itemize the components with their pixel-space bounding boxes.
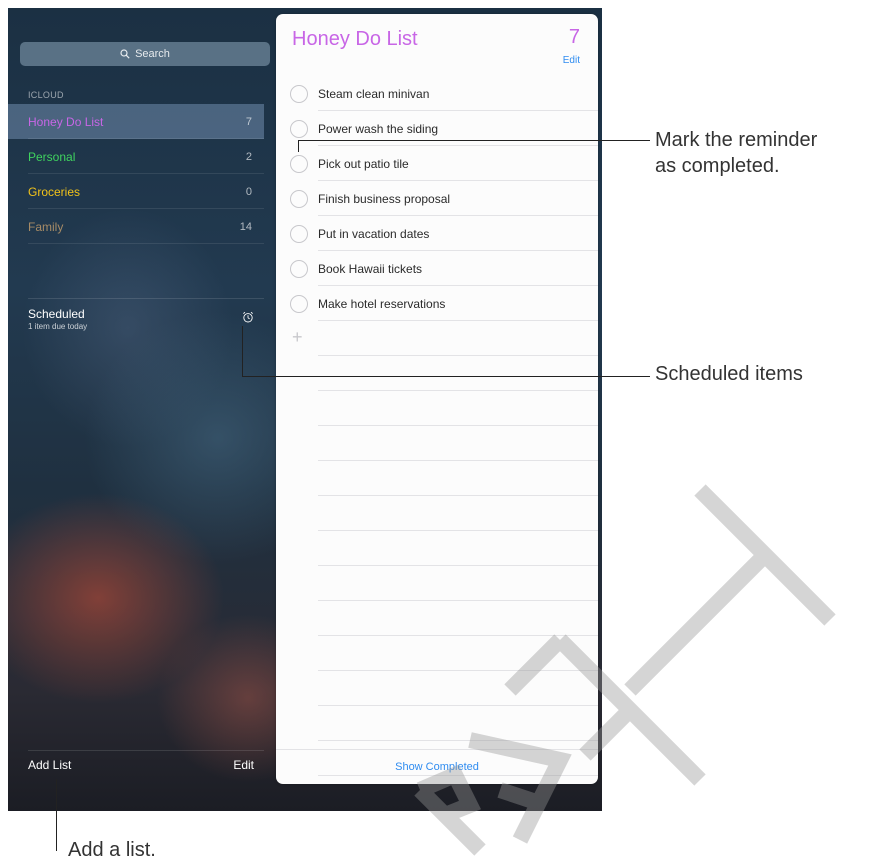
list-name: Groceries [28,184,81,199]
empty-row [276,531,598,566]
reminder-text[interactable]: Book Hawaii tickets [318,262,422,276]
empty-row [276,636,598,671]
watermark-letter-t [624,484,836,696]
show-completed-button[interactable]: Show Completed [395,761,479,773]
list-edit-button[interactable]: Edit [563,55,580,66]
complete-checkbox-icon[interactable] [290,84,308,103]
complete-checkbox-icon[interactable] [290,189,308,208]
empty-row [276,601,598,636]
complete-checkbox-icon[interactable] [290,294,308,313]
reminder-item[interactable]: Steam clean minivan [276,76,598,111]
list-name: Family [28,219,64,234]
empty-row [276,671,598,706]
list-item-family[interactable]: Family 14 [8,209,264,244]
search-placeholder: Search [135,48,170,60]
list-title: Honey Do List [292,28,418,50]
scheduled-list-item[interactable]: Scheduled 1 item due today [28,307,264,331]
callout-line [242,326,243,377]
callout-line [298,140,299,152]
complete-checkbox-icon[interactable] [290,224,308,243]
divider [28,750,264,751]
complete-checkbox-icon[interactable] [290,119,308,138]
reminder-text[interactable]: Make hotel reservations [318,297,445,311]
callout-line [298,140,650,141]
plus-icon[interactable]: + [292,328,303,346]
callout-mark-completed: Mark the reminder as completed. [655,127,817,179]
callout-line [56,779,57,851]
search-field[interactable]: Search [20,42,270,66]
scheduled-subtitle: 1 item due today [28,322,88,331]
empty-row [276,391,598,426]
list-name: Personal [28,149,76,164]
list-item-honey-do-list[interactable]: Honey Do List 7 [8,104,264,139]
callout-line-2: as completed. [655,155,780,177]
list-item-count: 7 [568,26,580,48]
callout-line [242,376,650,377]
list-item-groceries[interactable]: Groceries 0 [8,174,264,209]
callout-line-1: Mark the reminder [655,129,818,151]
empty-row [276,461,598,496]
reminder-text[interactable]: Steam clean minivan [318,87,429,101]
sidebar-edit-button[interactable]: Edit [233,758,254,772]
callout-scheduled-items: Scheduled items [655,363,803,385]
empty-row [276,356,598,391]
reminder-items: Steam clean minivan Power wash the sidin… [276,76,598,776]
reminder-text[interactable]: Pick out patio tile [318,157,409,171]
empty-row [276,426,598,461]
reminder-text[interactable]: Put in vacation dates [318,227,429,241]
reminder-item[interactable]: Finish business proposal [276,181,598,216]
empty-row [276,566,598,601]
list-name: Honey Do List [28,114,104,129]
empty-row [276,706,598,741]
complete-checkbox-icon[interactable] [290,154,308,173]
add-list-button[interactable]: Add List [28,758,71,772]
callout-add-list: Add a list. [68,839,156,861]
list-footer: Show Completed [276,749,598,784]
search-icon [120,49,130,59]
reminder-item[interactable]: Make hotel reservations [276,286,598,321]
list-count: 7 [245,115,252,128]
reminder-text[interactable]: Power wash the siding [318,122,438,136]
list-count: 0 [245,185,252,198]
reminder-text[interactable]: Finish business proposal [318,192,450,206]
list-item-personal[interactable]: Personal 2 [8,139,264,174]
reminder-item[interactable]: Put in vacation dates [276,216,598,251]
reminder-lists: Honey Do List 7 Personal 2 Groceries 0 F… [8,104,264,244]
reminder-item[interactable]: Book Hawaii tickets [276,251,598,286]
list-count: 2 [245,150,252,163]
reminder-item[interactable]: Pick out patio tile [276,146,598,181]
complete-checkbox-icon[interactable] [290,259,308,278]
scheduled-title: Scheduled [28,307,85,321]
alarm-clock-icon [243,311,253,323]
honey-do-list-card: Honey Do List 7 Edit Steam clean minivan… [276,14,598,784]
divider [28,298,264,299]
list-count: 14 [239,220,252,233]
new-reminder-row[interactable]: + [276,321,598,356]
icloud-section-header: ICLOUD [28,90,64,100]
empty-row [276,496,598,531]
